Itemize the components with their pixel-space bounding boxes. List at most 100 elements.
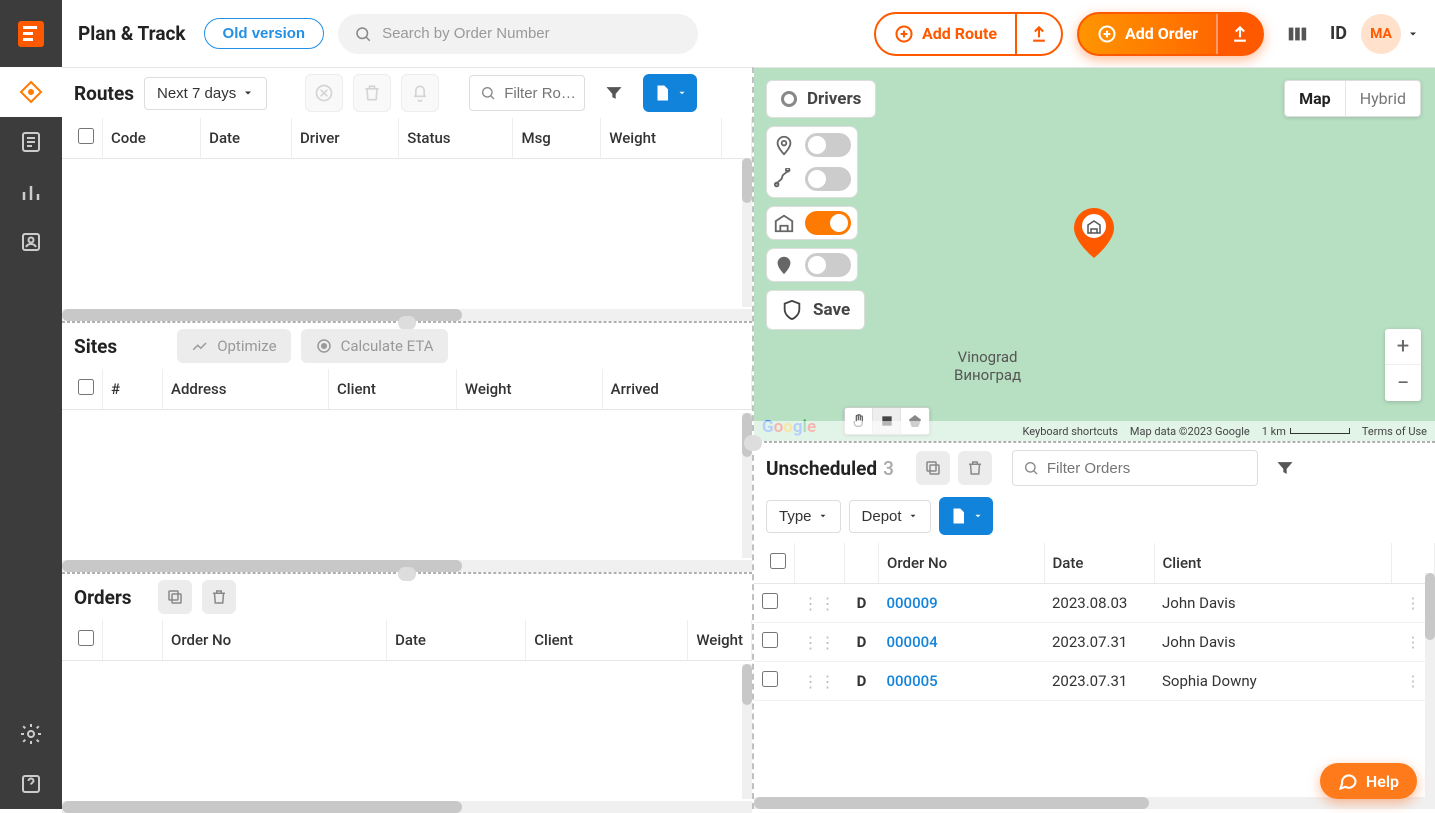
routes-col-date[interactable]: Date: [201, 118, 292, 159]
app-logo[interactable]: [0, 0, 62, 67]
orders-col-date[interactable]: Date: [387, 620, 526, 661]
routes-filter-button[interactable]: [595, 74, 633, 112]
sidebar: [0, 0, 62, 809]
unscheduled-filter-button[interactable]: [1266, 449, 1304, 487]
map-layer-pins-switch[interactable]: [805, 133, 851, 157]
unscheduled-col-orderno[interactable]: Order No: [879, 543, 1045, 584]
unscheduled-select-all[interactable]: [770, 553, 786, 569]
sidebar-item-plan[interactable]: [0, 67, 62, 117]
zoom-out-button[interactable]: −: [1385, 365, 1421, 401]
sites-select-all[interactable]: [78, 379, 94, 395]
row-checkbox[interactable]: [762, 671, 778, 687]
layout-columns-button[interactable]: [1278, 15, 1316, 53]
unscheduled-col-client[interactable]: Client: [1154, 543, 1392, 584]
unscheduled-copy-button[interactable]: [916, 451, 950, 485]
routes-export-button[interactable]: [643, 74, 697, 112]
drag-handle-icon[interactable]: ⋮⋮: [803, 594, 837, 613]
old-version-button[interactable]: Old version: [204, 18, 325, 49]
row-menu-button[interactable]: ⋮: [1400, 672, 1427, 690]
unscheduled-filter-input[interactable]: [1047, 460, 1247, 477]
orders-col-orderno[interactable]: Order No: [163, 620, 387, 661]
routes-select-all[interactable]: [78, 128, 94, 144]
orders-col-client[interactable]: Client: [526, 620, 688, 661]
routes-col-weight[interactable]: Weight: [601, 118, 722, 159]
sites-col-num[interactable]: #: [103, 369, 163, 410]
row-menu-button[interactable]: ⋮: [1400, 633, 1427, 651]
sites-col-arrived[interactable]: Arrived: [602, 369, 751, 410]
sites-col-address[interactable]: Address: [163, 369, 329, 410]
sidebar-item-analytics[interactable]: [0, 167, 62, 217]
routes-col-driver[interactable]: Driver: [292, 118, 399, 159]
routes-filter-input[interactable]: [504, 85, 574, 102]
routes-vscroll[interactable]: [742, 158, 752, 307]
orders-delete-button[interactable]: [202, 580, 236, 614]
unscheduled-delete-button[interactable]: [958, 451, 992, 485]
order-link[interactable]: 000005: [887, 672, 938, 690]
terms-link[interactable]: Terms of Use: [1362, 425, 1427, 438]
type-label: Type: [779, 508, 812, 525]
row-menu-button[interactable]: ⋮: [1400, 594, 1427, 612]
route-path-icon: [773, 168, 795, 190]
file-icon: [949, 507, 967, 525]
help-floating-button[interactable]: Help: [1320, 763, 1417, 799]
orders-hscroll[interactable]: [62, 801, 752, 813]
search-container[interactable]: [338, 14, 698, 54]
map-layer-routes-switch[interactable]: [805, 167, 851, 191]
routes-filter-wrap[interactable]: [469, 75, 585, 111]
map-left-controls: Drivers: [766, 80, 876, 330]
unscheduled-count: 3: [883, 457, 894, 480]
depot-marker[interactable]: [1074, 208, 1114, 262]
map[interactable]: Drivers: [754, 68, 1435, 441]
table-row[interactable]: ⋮⋮D0000042023.07.31John Davis⋮: [754, 623, 1435, 662]
map-layer-markers-switch[interactable]: [805, 253, 851, 277]
sidebar-item-help[interactable]: [0, 759, 62, 809]
sites-col-weight[interactable]: Weight: [456, 369, 602, 410]
map-type-hybrid[interactable]: Hybrid: [1346, 81, 1420, 116]
order-link[interactable]: 000009: [887, 594, 938, 612]
drag-handle-icon[interactable]: ⋮⋮: [803, 672, 837, 691]
routes-table: Code Date Driver Status Msg Weight: [62, 118, 752, 159]
id-button[interactable]: ID: [1330, 23, 1347, 44]
orders-vscroll[interactable]: [742, 664, 752, 799]
user-menu[interactable]: MA: [1361, 14, 1419, 54]
sidebar-item-settings[interactable]: [0, 709, 62, 759]
add-route-upload[interactable]: [1015, 14, 1061, 54]
drivers-toggle[interactable]: Drivers: [766, 80, 876, 118]
map-save-button[interactable]: Save: [766, 290, 865, 330]
table-row[interactable]: ⋮⋮D0000092023.08.03John Davis⋮: [754, 584, 1435, 623]
sites-col-client[interactable]: Client: [329, 369, 457, 410]
row-checkbox[interactable]: [762, 632, 778, 648]
unscheduled-depot-dropdown[interactable]: Depot: [849, 500, 931, 533]
search-icon: [480, 85, 496, 101]
map-type-map[interactable]: Map: [1285, 81, 1346, 116]
keyboard-shortcuts-link[interactable]: Keyboard shortcuts: [1022, 425, 1117, 438]
drag-handle-icon[interactable]: ⋮⋮: [803, 633, 837, 652]
search-input[interactable]: [382, 25, 682, 42]
add-order-button[interactable]: Add Order: [1077, 12, 1264, 56]
unscheduled-filter-wrap[interactable]: [1012, 450, 1258, 486]
sidebar-item-contacts[interactable]: [0, 217, 62, 267]
routes-col-code[interactable]: Code: [103, 118, 201, 159]
unscheduled-export-button[interactable]: [939, 497, 993, 535]
orders-copy-button[interactable]: [158, 580, 192, 614]
unscheduled-col-date[interactable]: Date: [1044, 543, 1154, 584]
unscheduled-vscroll[interactable]: [1425, 573, 1435, 797]
marker-icon: [773, 254, 795, 276]
unscheduled-type-dropdown[interactable]: Type: [766, 500, 841, 533]
zoom-in-button[interactable]: +: [1385, 329, 1421, 365]
orders-table: Order No Date Client Weight: [62, 620, 752, 661]
table-row[interactable]: ⋮⋮D0000052023.07.31Sophia Downy⋮: [754, 662, 1435, 701]
add-route-button[interactable]: Add Route: [874, 12, 1063, 56]
sidebar-item-reports[interactable]: [0, 117, 62, 167]
orders-select-all[interactable]: [78, 630, 94, 646]
row-checkbox[interactable]: [762, 593, 778, 609]
routes-col-msg[interactable]: Msg: [513, 118, 601, 159]
orders-col-weight[interactable]: Weight: [688, 620, 752, 661]
routes-col-status[interactable]: Status: [399, 118, 513, 159]
routes-range-dropdown[interactable]: Next 7 days: [144, 77, 267, 110]
map-place-label-en: Vinograd: [954, 348, 1021, 366]
add-order-upload[interactable]: [1216, 14, 1262, 54]
map-layer-depot-switch[interactable]: [805, 211, 851, 235]
unscheduled-hscroll[interactable]: [754, 797, 1435, 809]
order-link[interactable]: 000004: [887, 633, 938, 651]
